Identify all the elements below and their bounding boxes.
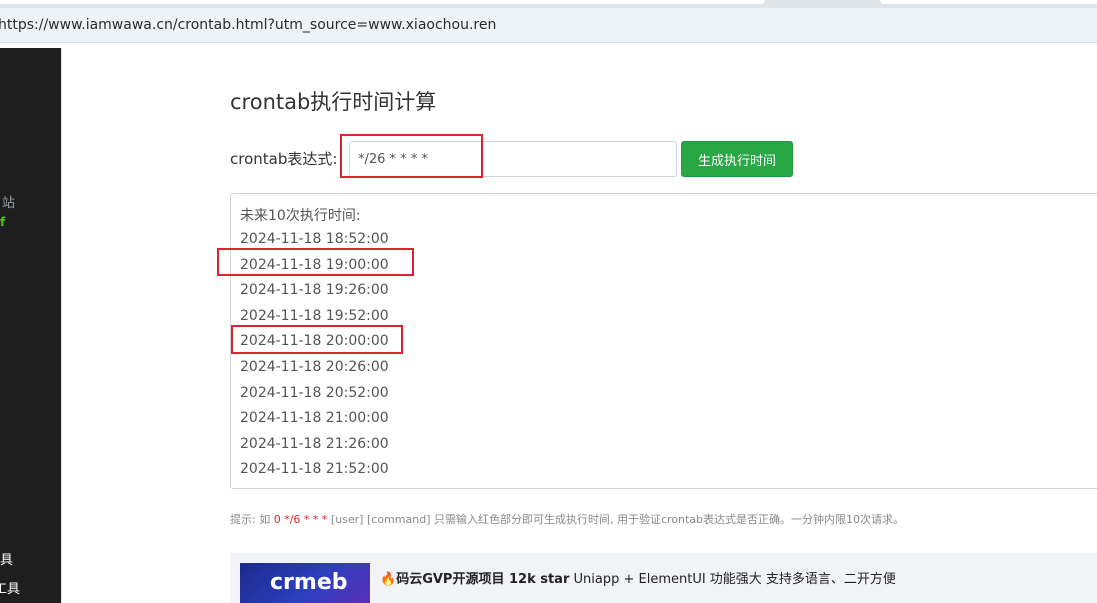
crmeb-logo: crmeb	[270, 570, 348, 595]
execution-time: 2024-11-18 20:52:00	[240, 384, 389, 401]
result-title: 未来10次执行时间:	[240, 208, 361, 224]
page-title: crontab执行时间计算	[230, 90, 437, 114]
sidebar-item-label[interactable]: 具	[0, 549, 13, 568]
sidebar: f 站 具 工具	[0, 48, 61, 603]
execution-time: 2024-11-18 21:26:00	[240, 435, 389, 452]
crontab-expression-input[interactable]	[349, 141, 677, 177]
ad-description: Uniapp + ElementUI 功能强大 支持多语言、二开方便	[569, 572, 896, 587]
result-textarea[interactable]: 未来10次执行时间: 2024-11-18 18:52:00 2024-11-1…	[230, 193, 1097, 489]
execution-time: 2024-11-18 19:26:00	[240, 282, 389, 299]
sidebar-item-label[interactable]: 工具	[0, 578, 20, 597]
execution-time: 2024-11-18 21:00:00	[240, 410, 389, 427]
sidebar-divider	[61, 48, 62, 603]
sidebar-accent-icon: f	[0, 215, 6, 229]
hint-suffix: [user] [command] 只需输入红色部分即可生成执行时间, 用于验证c…	[327, 513, 905, 526]
generate-button[interactable]: 生成执行时间	[681, 141, 793, 177]
hint-example: 0 */6 * * *	[273, 513, 328, 526]
url-text[interactable]: https://www.iamwawa.cn/crontab.html?utm_…	[0, 17, 496, 33]
execution-time: 2024-11-18 19:52:00	[240, 307, 389, 324]
execution-time-list: 2024-11-18 18:52:00 2024-11-18 19:00:00 …	[240, 230, 389, 486]
browser-tab-strip	[0, 0, 1097, 8]
address-bar[interactable]: https://www.iamwawa.cn/crontab.html?utm_…	[0, 8, 1097, 43]
fire-icon: 🔥	[380, 572, 397, 587]
ad-text[interactable]: 🔥码云GVP开源项目 12k star Uniapp + ElementUI 功…	[380, 568, 896, 587]
execution-time: 2024-11-18 19:00:00	[240, 256, 389, 273]
execution-time: 2024-11-18 20:26:00	[240, 358, 389, 375]
hint-prefix: 提示: 如	[230, 513, 274, 526]
expression-label: crontab表达式:	[230, 150, 338, 168]
ad-banner[interactable]: crmeb 🔥码云GVP开源项目 12k star Uniapp + Eleme…	[230, 553, 1097, 603]
execution-time: 2024-11-18 18:52:00	[240, 231, 389, 247]
sidebar-item-label[interactable]: 站	[2, 192, 15, 211]
execution-time: 2024-11-18 20:00:00	[240, 333, 389, 350]
ad-bold-text: 码云GVP开源项目 12k star	[396, 572, 570, 587]
execution-time: 2024-11-18 21:52:00	[240, 461, 389, 478]
ad-image[interactable]: crmeb	[240, 563, 370, 603]
browser-tab[interactable]	[880, 0, 1097, 4]
hint-text: 提示: 如 0 */6 * * * [user] [command] 只需输入红…	[230, 511, 904, 527]
browser-tab[interactable]	[0, 0, 765, 4]
